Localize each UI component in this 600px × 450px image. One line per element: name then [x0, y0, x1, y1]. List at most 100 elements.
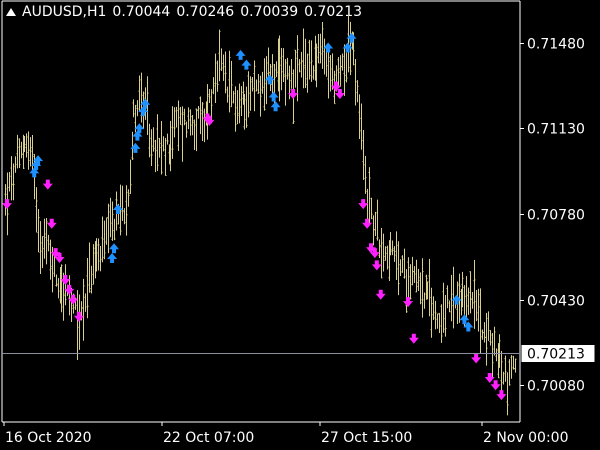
ohlc-bar: [123, 208, 126, 225]
ohlc-bar: [493, 326, 496, 356]
ohlc-bar: [489, 330, 492, 346]
sell-arrow-icon: [471, 353, 482, 364]
ohlc-bar: [20, 141, 23, 159]
ohlc-bar: [485, 312, 488, 366]
x-tick-label: 2 Nov 00:00: [483, 430, 568, 446]
ohlc-bar: [286, 57, 289, 80]
ohlc-bar: [382, 233, 385, 272]
ohlc-bar: [240, 86, 243, 116]
ohlc-bar: [35, 187, 38, 233]
ohlc-bar: [475, 289, 478, 322]
ohlc-bar: [86, 257, 89, 319]
ohlc-bar: [417, 268, 420, 291]
ohlc-bar: [479, 288, 482, 354]
ohlc-bar: [399, 259, 402, 277]
ohlc-bar: [234, 86, 237, 132]
ohlc-bar: [41, 235, 44, 269]
ohlc-bar: [203, 108, 206, 143]
ohlc-bar: [312, 65, 315, 80]
ohlc-bar: [393, 246, 396, 262]
y-tick-label: 0.70080: [527, 379, 585, 395]
ohlc-bar: [208, 89, 211, 104]
ohlc-bar: [341, 53, 344, 71]
sell-arrow-icon: [42, 179, 53, 190]
x-tick-label: 22 Oct 07:00: [163, 430, 254, 446]
ohlc-bar: [395, 231, 398, 280]
ohlc-bar: [317, 33, 320, 64]
ohlc-bar: [510, 355, 513, 379]
ohlc-bar: [10, 156, 13, 201]
ohlc-bar: [409, 264, 412, 300]
ohlc-bar: [113, 218, 116, 241]
ohlc-bar: [376, 199, 379, 241]
sell-arrow-icon: [484, 372, 495, 383]
ohlc-bar: [491, 333, 494, 379]
ohlc-bar: [275, 61, 278, 78]
ohlc-bar: [323, 38, 326, 75]
ohlc-bar: [111, 201, 114, 241]
current-price-label: 0.70213: [527, 347, 585, 363]
ohlc-bar: [294, 49, 297, 88]
ohlc-bar: [259, 75, 262, 117]
x-tick-label: 16 Oct 2020: [5, 430, 92, 446]
ohlc-bar: [238, 83, 241, 124]
ohlc-bar: [107, 203, 110, 254]
ohlc-bar: [16, 134, 19, 169]
ohlc-bar: [68, 275, 71, 316]
ohlc-bar: [362, 129, 365, 180]
ohlc-bar: [471, 292, 474, 309]
y-tick-label: 0.70430: [527, 294, 585, 310]
ohlc-bar: [306, 53, 309, 93]
ohlc-bar: [397, 241, 400, 296]
ohlc-bar: [345, 52, 348, 83]
ohlc-bar: [12, 163, 15, 201]
ohlc-bar: [271, 54, 274, 97]
sell-arrow-icon: [371, 260, 382, 271]
ohlc-bar: [97, 238, 100, 271]
ohlc-bar: [175, 106, 178, 128]
ohlc-bar: [428, 258, 431, 317]
ohlc-bar: [337, 56, 340, 86]
ohlc-bar: [216, 60, 219, 92]
ohlc-bar: [171, 106, 174, 159]
ohlc-bar: [82, 278, 85, 341]
ohlc-bar: [434, 300, 437, 330]
ohlc-bar: [191, 115, 194, 136]
ohlc-bar: [310, 40, 313, 82]
ohlc-bar: [423, 292, 426, 309]
ohlc-bar: [99, 246, 102, 272]
ohlc-bar: [257, 73, 260, 94]
buy-arrow-icon: [130, 142, 141, 153]
ohlc-bar: [467, 287, 470, 315]
ohlc-bar: [218, 29, 221, 82]
ohlc-bar: [436, 313, 439, 329]
price-chart[interactable]: 0.71480 0.71130 0.70780 0.70430 0.70080 0.702…: [0, 0, 600, 450]
ohlc-bar: [84, 293, 87, 312]
buy-arrow-icon: [109, 243, 120, 254]
ohlc-bar: [405, 269, 408, 313]
ohlc-bar: [500, 351, 503, 395]
ohlc-bar: [473, 259, 476, 329]
ohlc-bar: [132, 99, 135, 118]
sell-arrow-icon: [490, 380, 501, 391]
ohlc-bar: [76, 290, 79, 361]
ohlc-bar: [280, 47, 283, 91]
ohlc-bar: [27, 131, 30, 170]
ohlc-bar: [354, 59, 357, 106]
sell-arrow-icon: [1, 199, 12, 210]
ohlc-bar: [514, 358, 517, 373]
ohlc-bar: [150, 129, 153, 167]
ohlc-bar: [298, 59, 301, 73]
ohlc-bar: [148, 123, 151, 158]
ohlc-bar: [331, 53, 334, 90]
ohlc-bar: [432, 296, 435, 320]
ohlc-bar: [197, 105, 200, 119]
ohlc-bar: [448, 300, 451, 313]
ohlc-bar: [407, 257, 410, 305]
buy-arrow-icon: [270, 101, 281, 112]
ohlc-bar: [195, 108, 198, 152]
ohlc-bar: [212, 77, 215, 95]
ohlc-bar: [14, 156, 17, 173]
ohlc-bar: [29, 137, 32, 167]
ohlc-bar: [45, 218, 48, 265]
